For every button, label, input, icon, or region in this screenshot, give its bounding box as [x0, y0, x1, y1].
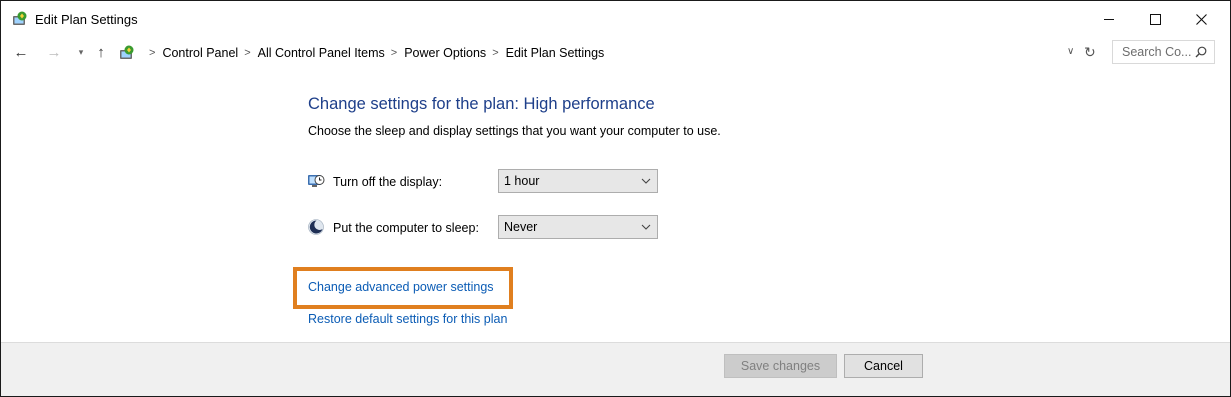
chevron-down-icon: [641, 178, 651, 184]
breadcrumb-all-items[interactable]: All Control Panel Items: [258, 46, 385, 60]
breadcrumb-power-options[interactable]: Power Options: [404, 46, 486, 60]
minimize-button[interactable]: [1086, 1, 1132, 37]
change-advanced-power-settings-link[interactable]: Change advanced power settings: [308, 280, 494, 294]
back-arrow-icon[interactable]: ←: [12, 43, 30, 61]
sleep-timeout-value: Never: [504, 220, 538, 234]
minimize-icon: [1104, 18, 1114, 20]
save-changes-button[interactable]: Save changes: [724, 354, 837, 378]
forward-arrow-icon[interactable]: →: [45, 43, 63, 61]
maximize-icon: [1149, 13, 1161, 25]
chevron-right-icon[interactable]: >: [149, 47, 155, 59]
close-button[interactable]: [1178, 1, 1224, 37]
sleep-timeout-select[interactable]: Never: [498, 215, 658, 239]
display-timer-icon: [308, 175, 325, 187]
close-icon: [1195, 13, 1207, 25]
breadcrumb: > Control Panel > All Control Panel Item…: [143, 46, 604, 60]
address-dropdown-icon[interactable]: ∨: [1067, 46, 1074, 57]
refresh-icon[interactable]: ↻: [1084, 44, 1096, 61]
maximize-button[interactable]: [1132, 1, 1178, 37]
recent-locations-chevron-icon[interactable]: ▾: [72, 43, 90, 61]
breadcrumb-edit-plan[interactable]: Edit Plan Settings: [506, 46, 605, 60]
title-bar: Edit Plan Settings: [1, 1, 1230, 37]
footer-bar: Save changes Cancel: [1, 343, 1230, 396]
display-timeout-select[interactable]: 1 hour: [498, 169, 658, 193]
cancel-button[interactable]: Cancel: [844, 354, 923, 378]
display-timeout-label: Turn off the display:: [333, 175, 443, 189]
control-panel-icon: [120, 45, 134, 59]
sleep-moon-icon: [308, 219, 324, 235]
up-arrow-icon[interactable]: ↑: [92, 43, 110, 61]
search-placeholder: Search Co...: [1122, 45, 1192, 59]
window-title: Edit Plan Settings: [35, 12, 138, 27]
chevron-down-icon: [641, 224, 651, 230]
page-description: Choose the sleep and display settings th…: [308, 124, 721, 138]
restore-default-settings-link[interactable]: Restore default settings for this plan: [308, 312, 507, 326]
page-title: Change settings for the plan: High perfo…: [308, 95, 655, 113]
chevron-right-icon[interactable]: >: [492, 47, 498, 59]
display-timeout-value: 1 hour: [504, 174, 540, 188]
power-options-icon: [13, 11, 27, 25]
navigation-bar: ← → ▾ ↑ > Control Panel > All Control Pa…: [1, 39, 1230, 67]
search-input[interactable]: Search Co...: [1112, 40, 1215, 64]
chevron-right-icon[interactable]: >: [391, 47, 397, 59]
sleep-timeout-label: Put the computer to sleep:: [333, 221, 479, 235]
edit-plan-settings-window: Edit Plan Settings ← → ▾ ↑ > Control Pan…: [0, 0, 1231, 397]
breadcrumb-control-panel[interactable]: Control Panel: [162, 46, 238, 60]
chevron-right-icon[interactable]: >: [244, 47, 250, 59]
address-bar[interactable]: > Control Panel > All Control Panel Item…: [115, 41, 1103, 65]
search-icon[interactable]: [1195, 46, 1207, 58]
